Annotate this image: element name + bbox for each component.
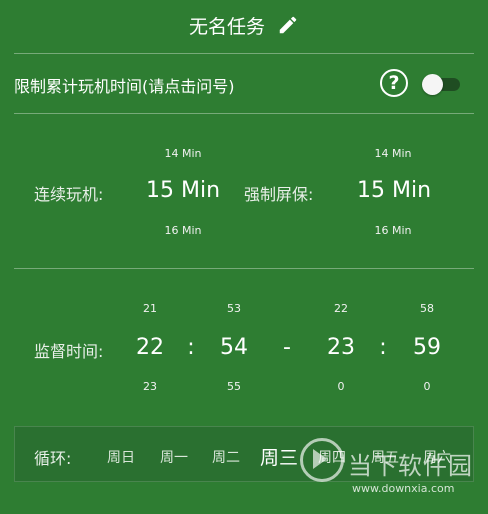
watermark-text: 当下软件园 [348, 452, 473, 480]
day-wednesday[interactable]: 周三 [260, 443, 298, 470]
day-monday[interactable]: 周一 [160, 447, 188, 467]
continuous-play-label: 连续玩机: [34, 185, 104, 204]
pencil-icon[interactable] [277, 14, 299, 41]
cycle-label: 循环: [34, 449, 72, 468]
supervise-time-label: 监督时间: [34, 342, 104, 361]
limit-total-time-label: 限制累计玩机时间(请点击问号) [14, 77, 235, 96]
play-prev-value[interactable]: 14 Min [164, 147, 201, 160]
start-hour-picker[interactable]: 22 [136, 335, 164, 360]
time-colon: : [187, 335, 195, 360]
lock-next-value[interactable]: 16 Min [374, 224, 411, 237]
divider [14, 53, 474, 54]
time-range-dash: - [283, 335, 291, 360]
start-minute-next[interactable]: 55 [227, 380, 241, 393]
end-minute-picker[interactable]: 59 [413, 335, 441, 360]
end-hour-picker[interactable]: 23 [327, 335, 355, 360]
limit-toggle-knob[interactable] [422, 74, 443, 95]
watermark-play-icon [313, 449, 327, 469]
start-minute-prev[interactable]: 53 [227, 302, 241, 315]
end-hour-prev[interactable]: 22 [334, 302, 348, 315]
start-hour-prev[interactable]: 21 [143, 302, 157, 315]
watermark-url: www.downxia.com [352, 482, 455, 495]
forced-lock-label: 强制屏保: [244, 185, 314, 204]
lock-prev-value[interactable]: 14 Min [374, 147, 411, 160]
day-tuesday[interactable]: 周二 [212, 447, 240, 467]
task-title-bar: 无名任务 [0, 12, 488, 41]
start-minute-picker[interactable]: 54 [220, 335, 248, 360]
day-sunday[interactable]: 周日 [107, 447, 135, 467]
time-colon: : [379, 335, 387, 360]
task-title[interactable]: 无名任务 [189, 16, 265, 38]
divider [14, 268, 474, 269]
end-minute-next[interactable]: 0 [424, 380, 431, 393]
start-hour-next[interactable]: 23 [143, 380, 157, 393]
end-hour-next[interactable]: 0 [338, 380, 345, 393]
divider [14, 113, 474, 114]
play-value-picker[interactable]: 15 Min [146, 178, 220, 203]
help-icon[interactable]: ? [380, 69, 408, 97]
play-next-value[interactable]: 16 Min [164, 224, 201, 237]
lock-value-picker[interactable]: 15 Min [357, 178, 431, 203]
end-minute-prev[interactable]: 58 [420, 302, 434, 315]
